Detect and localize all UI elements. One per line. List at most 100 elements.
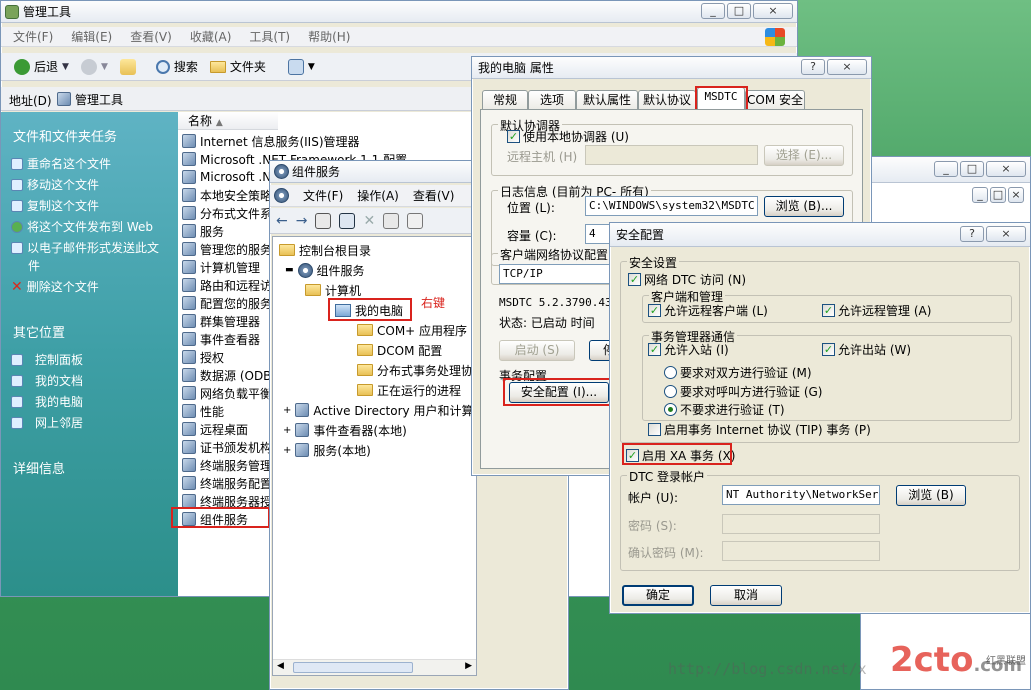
tree-running-processes[interactable]: 正在运行的进程 <box>357 381 461 399</box>
list-item[interactable]: 终端服务管理 <box>182 456 272 474</box>
tab-general[interactable]: 常规 <box>482 90 528 109</box>
maximize-button[interactable]: □ <box>727 3 751 19</box>
scroll-thumb[interactable] <box>293 662 413 673</box>
help-button[interactable]: ? <box>801 59 825 75</box>
forward-button[interactable]: ▼ <box>78 56 111 78</box>
use-local-coordinator-checkbox[interactable]: ✓ 使用本地协调器 (U) <box>507 128 629 145</box>
up-folder-button[interactable] <box>117 56 139 78</box>
my-documents-link[interactable]: 我的文档 <box>11 372 83 389</box>
search-button[interactable]: 搜索 <box>153 56 201 78</box>
list-item[interactable]: 数据源 (ODB <box>182 366 271 384</box>
delete-icon[interactable]: ✕ <box>363 213 375 229</box>
tree-services-local[interactable]: + 服务(本地) <box>283 441 371 459</box>
tree-computers[interactable]: 计算机 <box>305 281 361 299</box>
no-auth-radio[interactable]: 不要求进行验证 (T) <box>664 401 785 418</box>
bg-window-titlebar[interactable]: _ □ × <box>861 157 1030 183</box>
mdi-minimize-button[interactable]: _ <box>972 187 988 203</box>
scroll-right-icon[interactable]: ▶ <box>465 661 472 671</box>
browse-log-button[interactable]: 浏览 (B)... <box>764 196 844 217</box>
tab-com-security[interactable]: COM 安全 <box>745 90 805 109</box>
network-link[interactable]: 网上邻居 <box>11 414 83 431</box>
mdi-close-button[interactable]: × <box>1008 187 1024 203</box>
list-item[interactable]: 分布式文件系 <box>182 204 272 222</box>
close-button[interactable]: × <box>753 3 793 19</box>
list-item[interactable]: 群集管理器 <box>182 312 260 330</box>
location-field[interactable]: C:\WINDOWS\system32\MSDTC <box>585 196 758 216</box>
up-level-icon[interactable] <box>315 212 332 229</box>
tree-event-viewer[interactable]: + 事件查看器(本地) <box>283 421 407 439</box>
help-button[interactable]: ? <box>960 226 984 242</box>
horizontal-scrollbar[interactable]: ◀ ▶ <box>273 659 476 675</box>
folders-button[interactable]: 文件夹 <box>207 56 269 78</box>
list-item[interactable]: 路由和远程访 <box>182 276 272 294</box>
scroll-left-icon[interactable]: ◀ <box>277 661 284 671</box>
close-button[interactable]: × <box>986 226 1026 242</box>
allow-remote-clients-checkbox[interactable]: ✓ 允许远程客户端 (L) <box>648 302 768 319</box>
delete-file-link[interactable]: ✕ 删除这个文件 <box>11 278 99 295</box>
list-item[interactable]: 本地安全策略 <box>182 186 272 204</box>
tree-console-root[interactable]: 控制台根目录 <box>279 241 371 259</box>
list-item[interactable]: 授权 <box>182 348 224 366</box>
cs-menu-view[interactable]: 查看(V) <box>413 187 455 204</box>
caller-auth-radio[interactable]: 要求对呼叫方进行验证 (G) <box>664 383 822 400</box>
account-field[interactable]: NT Authority\NetworkServic <box>722 485 880 505</box>
close-button[interactable]: × <box>986 161 1026 177</box>
menu-favorites[interactable]: 收藏(A) <box>190 28 232 45</box>
security-titlebar[interactable]: 安全配置 ? × <box>610 223 1030 247</box>
control-panel-link[interactable]: 控制面板 <box>11 351 83 368</box>
rename-file-link[interactable]: 重命名这个文件 <box>11 155 111 172</box>
tree-dcom-config[interactable]: DCOM 配置 <box>357 341 442 359</box>
publish-web-link[interactable]: 将这个文件发布到 Web <box>11 218 153 235</box>
tree-component-services[interactable]: ▬ 组件服务 <box>285 261 365 279</box>
explorer-titlebar[interactable]: 管理工具 _ □ × <box>1 1 797 23</box>
email-file-link-cont[interactable]: 件 <box>28 257 40 274</box>
properties-icon[interactable] <box>383 212 400 229</box>
network-dtc-access-checkbox[interactable]: ✓ 网络 DTC 访问 (N) <box>628 271 746 288</box>
list-item[interactable]: 证书颁发机构 <box>182 438 272 456</box>
column-header-name[interactable]: 名称 ▲ <box>178 112 278 130</box>
cancel-button[interactable]: 取消 <box>710 585 782 606</box>
list-item[interactable]: 终端服务配置 <box>182 474 272 492</box>
help-icon[interactable] <box>407 212 424 229</box>
list-item[interactable]: Internet 信息服务(IIS)管理器 <box>182 132 360 150</box>
menu-view[interactable]: 查看(V) <box>130 28 172 45</box>
list-item[interactable]: 计算机管理 <box>182 258 260 276</box>
tab-options[interactable]: 选项 <box>528 90 576 109</box>
allow-remote-admin-checkbox[interactable]: ✓ 允许远程管理 (A) <box>822 302 931 319</box>
properties-titlebar[interactable]: 我的电脑 属性 ? × <box>472 57 871 79</box>
move-file-link[interactable]: 移动这个文件 <box>11 176 99 193</box>
copy-file-link[interactable]: 复制这个文件 <box>11 197 99 214</box>
maximize-button[interactable]: □ <box>960 161 984 177</box>
cs-menu-action[interactable]: 操作(A) <box>357 187 399 204</box>
list-item[interactable]: 网络负载平衡 <box>182 384 272 402</box>
mutual-auth-radio[interactable]: 要求对双方进行验证 (M) <box>664 364 812 381</box>
cs-menu-file[interactable]: 文件(F) <box>303 187 343 204</box>
close-button[interactable]: × <box>827 59 867 75</box>
forward-arrow-icon[interactable]: → <box>296 213 308 229</box>
tree-com-apps[interactable]: COM+ 应用程序 <box>357 321 467 339</box>
tree-active-directory[interactable]: + Active Directory 用户和计算 <box>283 401 473 419</box>
tab-default-properties[interactable]: 默认属性 <box>576 90 638 109</box>
mdi-restore-button[interactable]: □ <box>990 187 1006 203</box>
allow-inbound-checkbox[interactable]: ✓ 允许入站 (I) <box>648 341 729 358</box>
back-arrow-icon[interactable]: ← <box>276 213 288 229</box>
menu-edit[interactable]: 编辑(E) <box>71 28 112 45</box>
list-item[interactable]: 管理您的服务 <box>182 240 272 258</box>
enable-tip-checkbox[interactable]: 启用事务 Internet 协议 (TIP) 事务 (P) <box>648 421 871 438</box>
list-item[interactable]: 服务 <box>182 222 224 240</box>
ok-button[interactable]: 确定 <box>622 585 694 606</box>
browse-account-button[interactable]: 浏览 (B) <box>896 485 966 506</box>
list-item[interactable]: 性能 <box>182 402 224 420</box>
back-button[interactable]: 后退 ▼ <box>11 56 72 78</box>
views-button[interactable]: ▼ <box>285 56 318 78</box>
my-computer-link[interactable]: 我的电脑 <box>11 393 83 410</box>
minimize-button[interactable]: _ <box>934 161 958 177</box>
menu-help[interactable]: 帮助(H) <box>308 28 350 45</box>
list-item[interactable]: 事件查看器 <box>182 330 260 348</box>
tab-default-protocols[interactable]: 默认协议 <box>638 90 696 109</box>
minimize-button[interactable]: _ <box>701 3 725 19</box>
list-item[interactable]: 远程桌面 <box>182 420 248 438</box>
email-file-link[interactable]: 以电子邮件形式发送此文 <box>11 239 159 256</box>
list-item[interactable]: 配置您的服务 <box>182 294 272 312</box>
allow-outbound-checkbox[interactable]: ✓ 允许出站 (W) <box>822 341 911 358</box>
